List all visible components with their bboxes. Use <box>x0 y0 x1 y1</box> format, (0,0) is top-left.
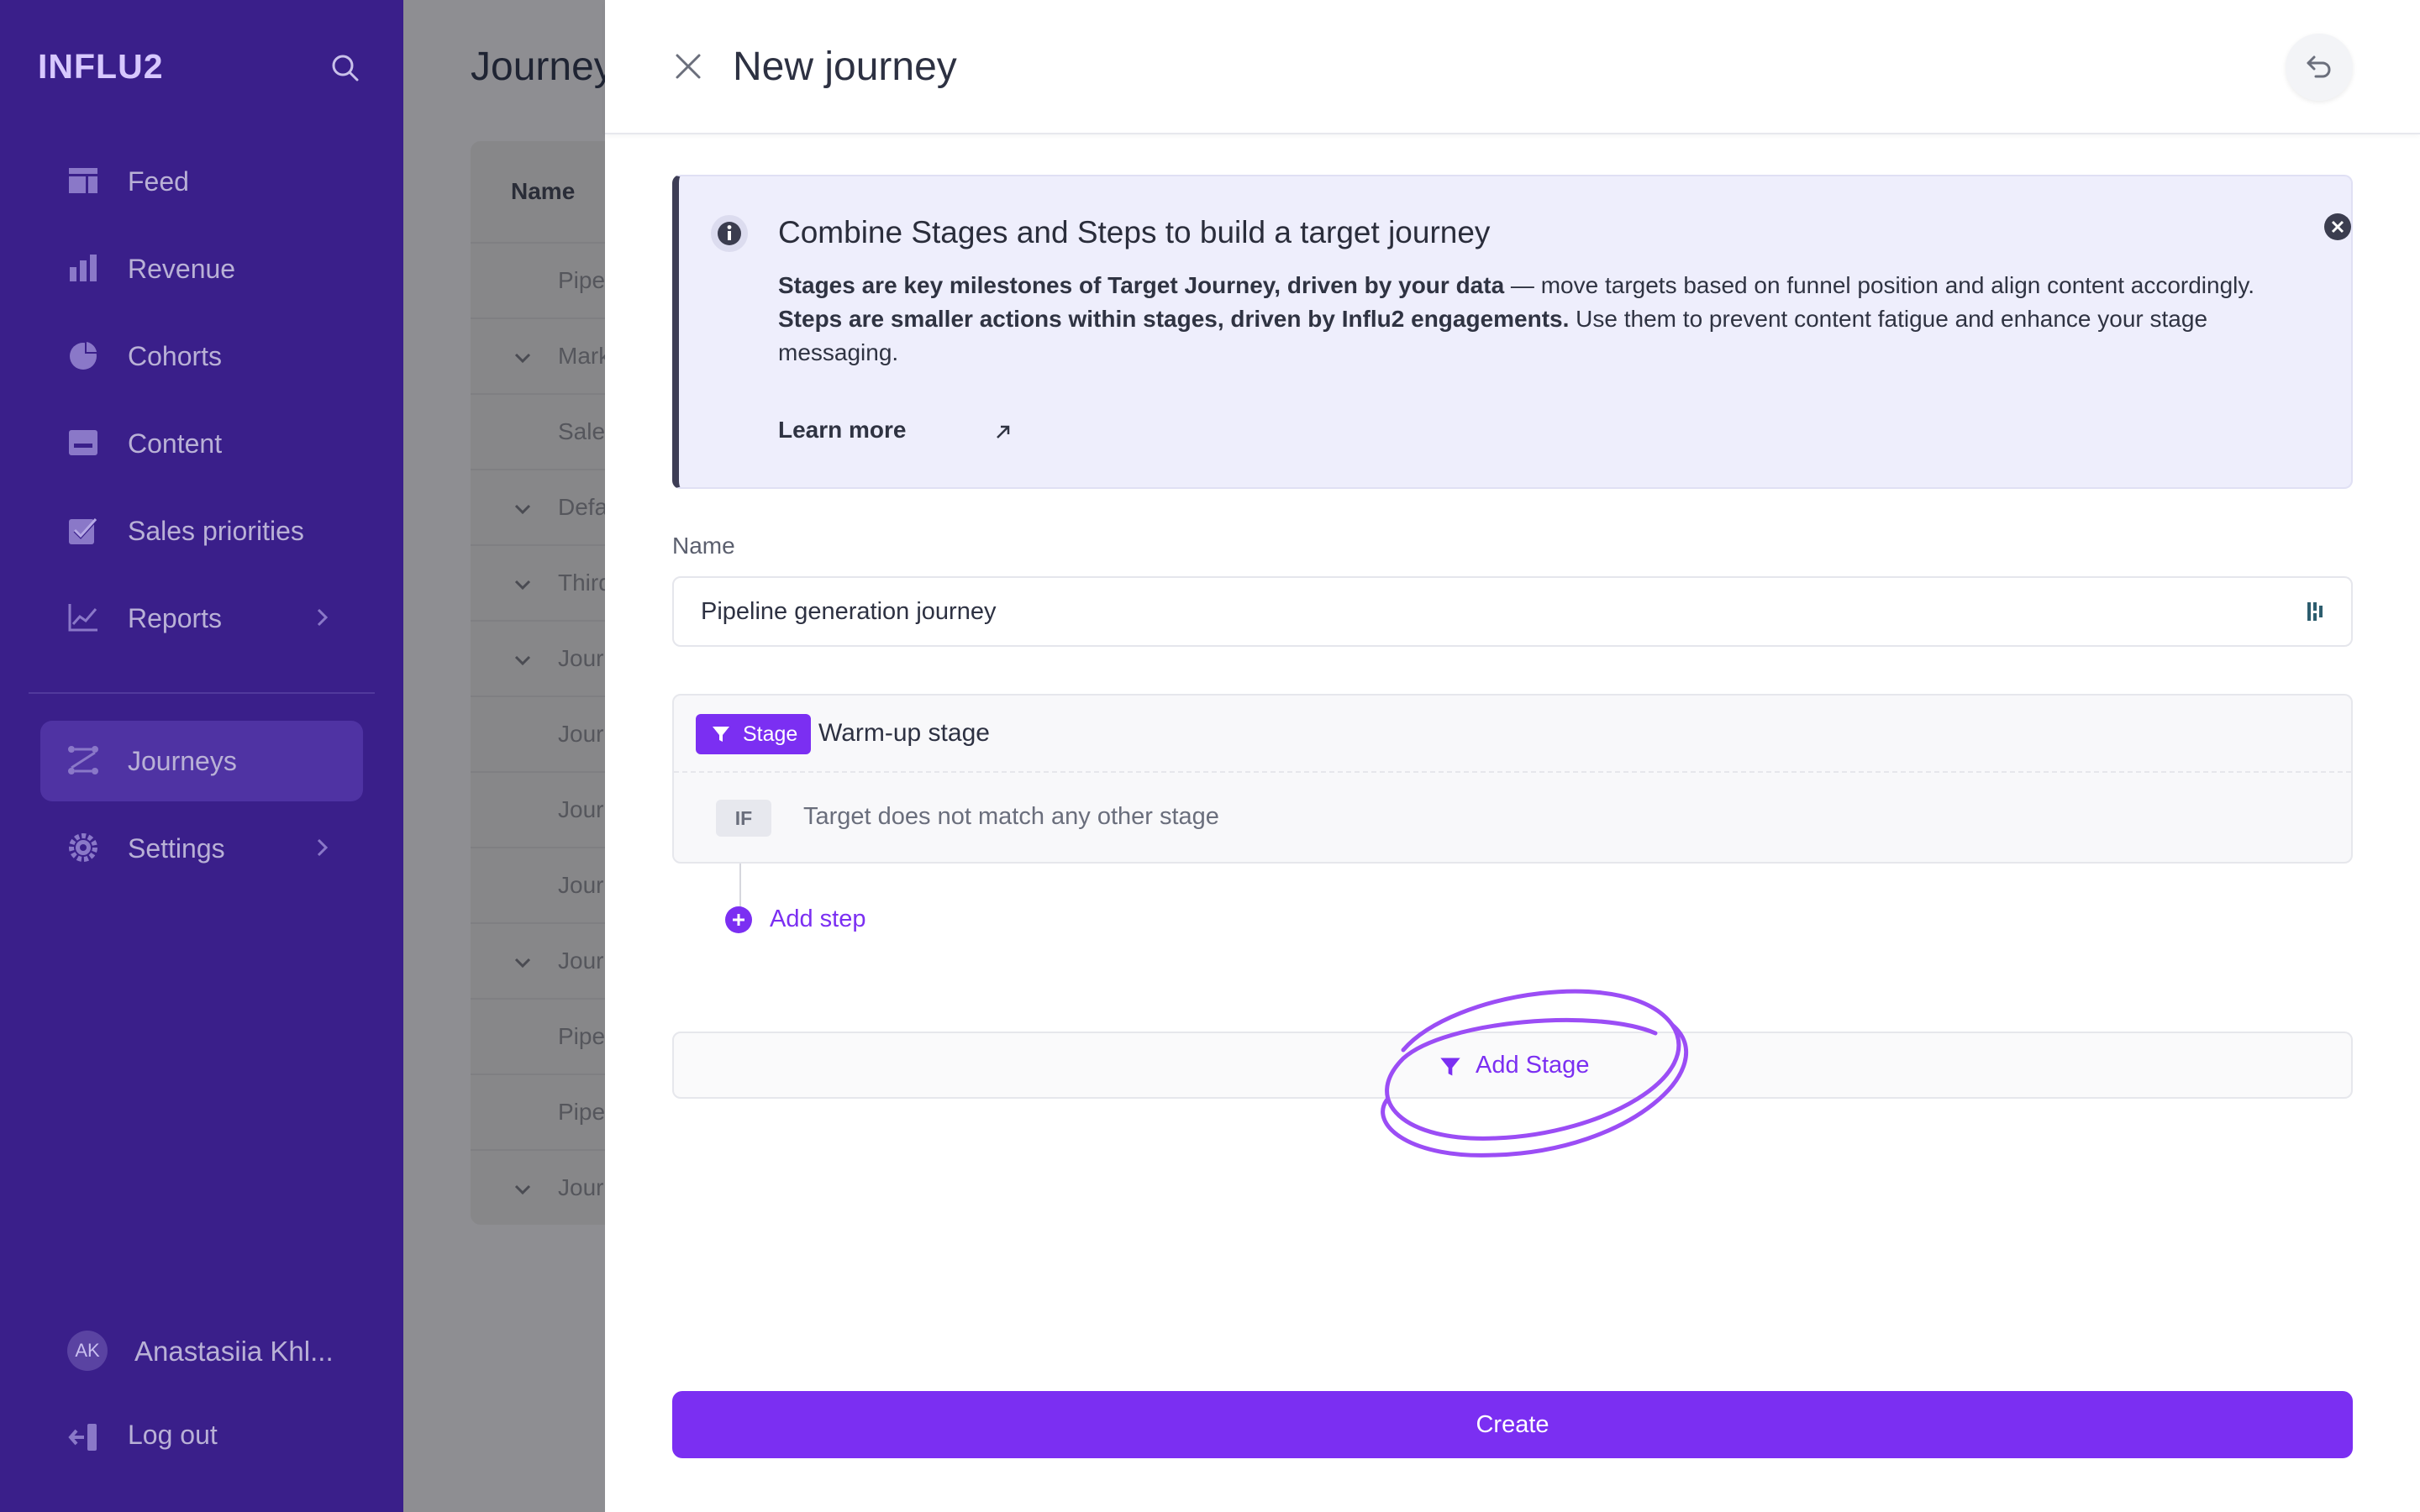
chevron-down-icon <box>514 580 531 591</box>
add-stage-button[interactable]: Add Stage <box>672 1032 2353 1099</box>
info-icon <box>711 215 748 252</box>
stage-divider <box>674 771 2351 773</box>
chevron-down-icon <box>514 655 531 666</box>
sidebar-item-settings[interactable]: Settings <box>40 808 363 889</box>
app-logo: INFLU2 <box>38 47 164 86</box>
info-title: Combine Stages and Steps to build a targ… <box>778 215 1491 249</box>
info-banner: Combine Stages and Steps to build a targ… <box>672 175 2353 489</box>
funnel-icon <box>1440 1058 1460 1076</box>
autofill-icon[interactable] <box>2302 598 2329 625</box>
info-line1-rest: — move targets based on funnel position … <box>1504 272 2255 298</box>
journeys-icon <box>68 746 98 774</box>
content-icon <box>69 430 97 455</box>
chevron-down-icon <box>514 353 531 364</box>
sidebar-item-label: Settings <box>128 832 225 864</box>
avatar: AK <box>67 1331 108 1371</box>
sidebar-item-feed[interactable]: Feed <box>40 141 363 222</box>
search-icon[interactable] <box>329 52 361 84</box>
add-step-label: Add step <box>770 906 866 932</box>
new-journey-drawer: New journey Combine Stages and Steps to … <box>605 0 2420 1512</box>
drawer-header: New journey <box>605 0 2420 134</box>
sidebar-item-revenue[interactable]: Revenue <box>40 228 363 309</box>
sidebar-item-label: Sales priorities <box>128 515 304 546</box>
create-button[interactable]: Create <box>672 1391 2353 1458</box>
info-line1-bold: Stages are key milestones of Target Jour… <box>778 272 1505 298</box>
logout-icon <box>68 1424 97 1451</box>
sidebar: INFLU2 Feed Revenue Cohorts Content Sale… <box>0 0 403 1512</box>
undo-button[interactable] <box>2286 34 2353 101</box>
sidebar-item-label: Content <box>128 428 223 459</box>
user-profile[interactable]: AK Anastasiia Khl... <box>67 1331 370 1373</box>
drawer-title: New journey <box>733 45 957 89</box>
close-icon[interactable] <box>672 50 704 82</box>
sidebar-divider <box>29 692 375 694</box>
name-label: Name <box>672 533 735 559</box>
row-label: Third <box>558 570 612 596</box>
chevron-right-icon <box>317 608 329 627</box>
sidebar-item-label: Feed <box>128 165 189 197</box>
close-icon[interactable] <box>2323 212 2353 242</box>
feed-icon <box>69 168 97 193</box>
undo-icon <box>2307 55 2331 78</box>
info-line2-bold: Steps are smaller actions within stages,… <box>778 306 1570 332</box>
add-stage-label: Add Stage <box>1476 1052 1590 1079</box>
journey-name-input[interactable] <box>672 576 2353 647</box>
sidebar-item-label: Cohorts <box>128 340 223 371</box>
condition-badge: IF <box>716 800 771 837</box>
pie-chart-icon <box>70 341 97 370</box>
logout-label: Log out <box>128 1420 218 1450</box>
stage-name: Warm-up stage <box>818 719 990 747</box>
sidebar-item-reports[interactable]: Reports <box>40 578 363 659</box>
stage-badge-label: Stage <box>743 722 798 746</box>
chevron-down-icon <box>514 504 531 515</box>
funnel-icon <box>713 727 729 742</box>
sidebar-item-sales-priorities[interactable]: Sales priorities <box>40 491 363 571</box>
bar-chart-icon <box>70 255 97 281</box>
line-chart-icon <box>68 604 97 632</box>
condition-text: Target does not match any other stage <box>803 803 1219 830</box>
chevron-right-icon <box>317 838 329 857</box>
info-description: Stages are key milestones of Target Jour… <box>778 269 2333 370</box>
logout-button[interactable]: Log out <box>40 1398 363 1478</box>
checkbox-icon <box>69 517 99 544</box>
sidebar-item-cohorts[interactable]: Cohorts <box>40 316 363 396</box>
stage-badge: Stage <box>696 714 812 754</box>
stage-card[interactable]: Stage Warm-up stage IF Target does not m… <box>672 694 2353 864</box>
sidebar-item-journeys[interactable]: Journeys <box>40 721 363 801</box>
add-step-button[interactable]: Add step <box>724 902 976 936</box>
user-name: Anastasiia Khl... <box>134 1336 334 1367</box>
chevron-down-icon <box>514 958 531 969</box>
sidebar-item-content[interactable]: Content <box>40 403 363 484</box>
gear-icon <box>69 833 97 862</box>
learn-more-link[interactable]: Learn more <box>778 417 907 444</box>
sidebar-item-label: Reports <box>128 602 223 633</box>
external-link-arrow-icon[interactable] <box>993 422 1013 442</box>
column-header-name: Name <box>511 178 576 204</box>
chevron-down-icon <box>514 1184 531 1195</box>
sidebar-item-label: Revenue <box>128 253 236 284</box>
plus-circle-icon <box>725 906 752 933</box>
sidebar-item-label: Journeys <box>128 745 237 776</box>
